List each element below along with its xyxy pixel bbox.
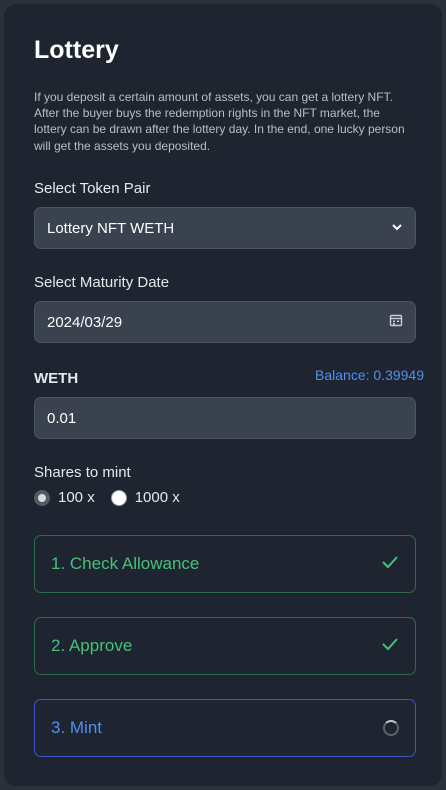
- shares-option-1000[interactable]: 1000 x: [110, 489, 180, 506]
- step-label: 3. Mint: [51, 718, 103, 737]
- amount-input[interactable]: [47, 409, 403, 427]
- radio-checked-icon[interactable]: [34, 489, 50, 506]
- mint-button[interactable]: 3. Mint: [34, 699, 416, 757]
- check-icon: [381, 554, 399, 574]
- step-label: 2. Approve: [51, 636, 133, 655]
- description-text: If you deposit a certain amount of asset…: [34, 90, 405, 153]
- spinner-icon: [383, 720, 399, 736]
- check-icon: [381, 636, 399, 656]
- shares-option-label: 1000 x: [134, 489, 180, 506]
- approve-button[interactable]: 2. Approve: [34, 617, 416, 675]
- check-allowance-button[interactable]: 1. Check Allowance: [34, 535, 416, 593]
- amount-input-field[interactable]: [34, 397, 416, 439]
- shares-option-100[interactable]: 100 x: [34, 489, 95, 506]
- radio-unchecked-icon[interactable]: [110, 489, 127, 506]
- shares-label: Shares to mint: [34, 464, 131, 481]
- shares-radio-group: 100 x 1000 x: [34, 489, 196, 506]
- chevron-down-icon: [391, 220, 403, 237]
- token-pair-selected: Lottery NFT WETH: [47, 219, 175, 237]
- calendar-icon[interactable]: [389, 313, 403, 331]
- token-pair-select[interactable]: Lottery NFT WETH: [34, 207, 416, 249]
- token-pair-label: Select Token Pair: [34, 180, 151, 197]
- page-title: Lottery: [34, 36, 119, 64]
- balance-text: Balance: 0.39949: [315, 367, 424, 383]
- amount-token-label: WETH: [34, 370, 79, 387]
- maturity-date-value: 2024/03/29: [47, 313, 123, 331]
- shares-option-label: 100 x: [58, 489, 95, 506]
- step-label: 1. Check Allowance: [51, 554, 200, 573]
- maturity-label: Select Maturity Date: [34, 274, 170, 291]
- maturity-date-field[interactable]: 2024/03/29: [34, 301, 416, 343]
